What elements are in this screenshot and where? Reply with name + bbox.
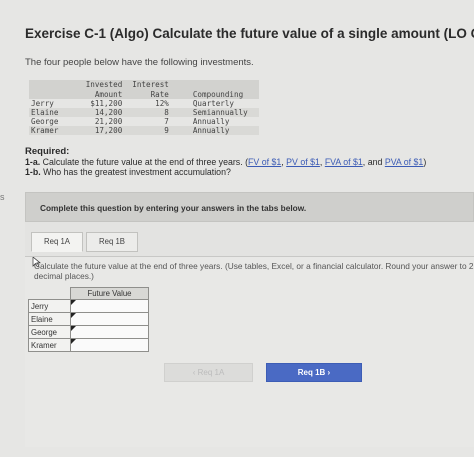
- table-row: Elaine 14,200 8 Semiannually: [29, 108, 259, 117]
- table-row: Jerry $11,200 12% Quarterly: [31, 99, 235, 108]
- cell-marker-icon: [71, 339, 76, 344]
- cell-marker-icon: [71, 300, 76, 305]
- rate-header: Interest Rate: [130, 80, 191, 99]
- blank-header: [28, 287, 71, 300]
- instructions-box: Complete this question by entering your …: [25, 192, 474, 222]
- fv-input-george[interactable]: [71, 326, 148, 338]
- fv-of-1-link[interactable]: FV of $1: [248, 157, 281, 167]
- table-row: George: [28, 325, 149, 339]
- fv-cell: [70, 312, 149, 326]
- question-text: Calculate the future value at the end of…: [34, 261, 474, 281]
- required-label: Required:: [25, 146, 70, 157]
- amount-header: Invested Amount: [80, 80, 131, 99]
- fv-input-elaine[interactable]: [71, 313, 148, 325]
- pva-of-1-link[interactable]: PVA of $1: [385, 157, 423, 167]
- tab-bar: Req 1A Req 1B: [25, 222, 474, 257]
- fva-of-1-link[interactable]: FVA of $1: [325, 157, 363, 167]
- row-name: George: [28, 325, 71, 339]
- requirement-1a: 1-a. Calculate the future value at the e…: [25, 157, 427, 167]
- exercise-title: Exercise C-1 (Algo) Calculate the future…: [25, 26, 474, 41]
- instructions-text: Complete this question by entering your …: [40, 203, 307, 213]
- fv-cell: [70, 325, 149, 339]
- table-row: Kramer: [28, 338, 149, 352]
- row-name: Jerry: [28, 299, 71, 313]
- side-mark: s: [0, 192, 5, 202]
- fv-input-kramer[interactable]: [71, 339, 148, 351]
- pv-of-1-link[interactable]: PV of $1: [286, 157, 320, 167]
- row-name: Kramer: [28, 338, 71, 352]
- row-name: Elaine: [28, 312, 71, 326]
- prev-req-button[interactable]: ‹ Req 1A: [164, 363, 253, 382]
- future-value-header: Future Value: [70, 287, 149, 300]
- fv-input-jerry[interactable]: [71, 300, 148, 312]
- next-req-button[interactable]: Req 1B ›: [266, 363, 362, 382]
- table-row: Elaine: [28, 312, 149, 326]
- fv-cell: [70, 299, 149, 313]
- cell-marker-icon: [71, 326, 76, 331]
- table-row: George 21,200 7 Annually: [31, 117, 230, 126]
- compounding-header: Compounding: [190, 80, 259, 99]
- tab-req-1b[interactable]: Req 1B: [86, 232, 138, 252]
- exercise-intro: The four people below have the following…: [25, 57, 254, 68]
- table-row: Kramer 17,200 9 Annually: [29, 126, 259, 135]
- investments-table: Invested Amount Interest Rate Compoundin…: [29, 80, 259, 135]
- fv-cell: [70, 338, 149, 352]
- exercise-page: s Exercise C-1 (Algo) Calculate the futu…: [0, 0, 474, 457]
- name-header: [29, 80, 81, 99]
- tab-req-1a[interactable]: Req 1A: [31, 232, 83, 252]
- future-value-table: Future Value Jerry Elaine George Kramer: [28, 287, 149, 352]
- table-row: Jerry: [28, 299, 149, 313]
- requirement-1b: 1-b. Who has the greatest investment acc…: [25, 167, 231, 177]
- cell-marker-icon: [71, 313, 76, 318]
- answer-panel: Calculate the future value at the end of…: [25, 257, 474, 447]
